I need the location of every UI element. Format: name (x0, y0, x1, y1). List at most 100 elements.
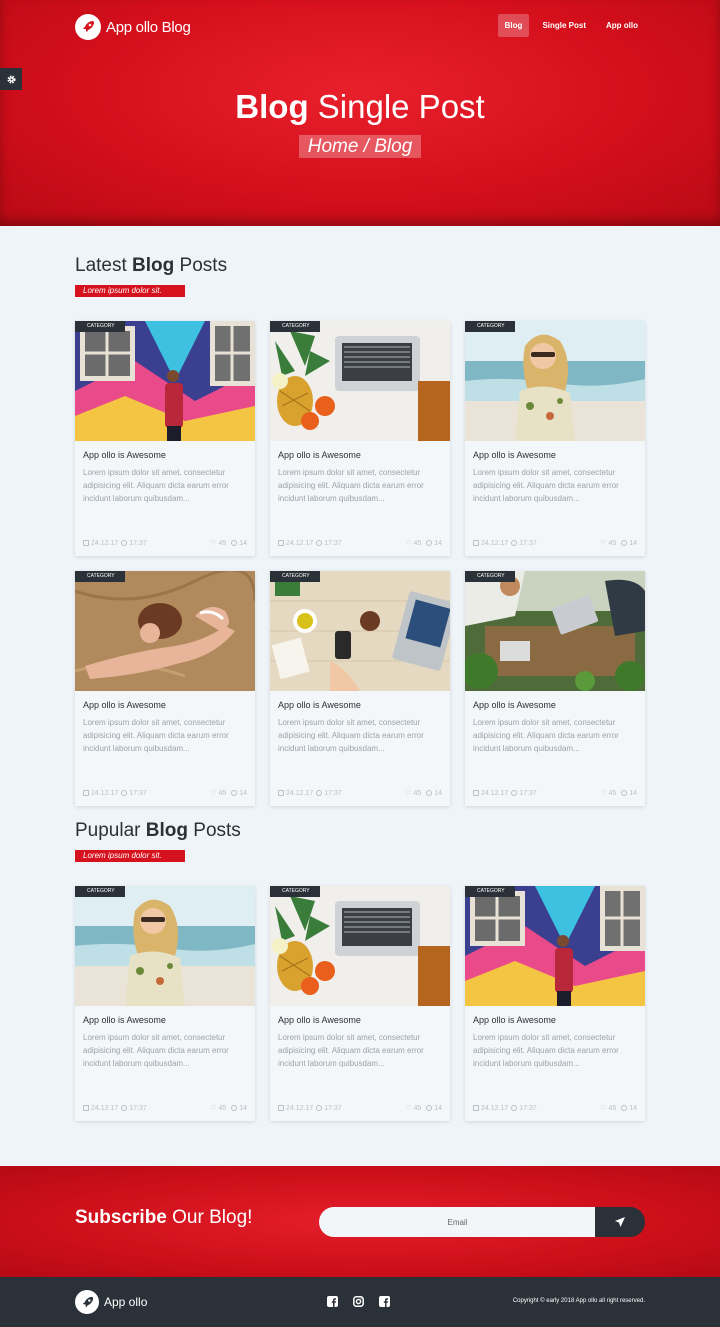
category-badge[interactable]: CATEGORY (465, 886, 515, 897)
post-title[interactable]: App ollo is Awesome (473, 450, 556, 460)
post-image[interactable] (75, 571, 255, 691)
post-title[interactable]: App ollo is Awesome (278, 450, 361, 460)
comment-count: 14 (629, 540, 637, 547)
blog-post-card[interactable]: CATEGORY App ollo is Awesome Lorem ipsum d… (270, 321, 450, 556)
footer-brand[interactable]: App ollo (75, 1290, 147, 1314)
comment-icon[interactable] (621, 790, 628, 796)
comment-count: 14 (434, 540, 442, 547)
facebook-icon[interactable] (327, 1296, 338, 1307)
post-time: 17:37 (519, 1104, 537, 1112)
nav-blog[interactable]: Blog (497, 14, 530, 37)
heart-icon[interactable]: ♡ (600, 1105, 606, 1112)
post-image[interactable] (465, 571, 645, 691)
heart-icon[interactable]: ♡ (600, 790, 606, 797)
comment-icon[interactable] (231, 790, 238, 796)
comment-icon[interactable] (426, 540, 433, 546)
post-image[interactable] (465, 321, 645, 441)
post-time: 17:37 (324, 1104, 342, 1112)
post-excerpt: Lorem ipsum dolor sit amet, consectetur … (278, 1033, 424, 1068)
heart-icon[interactable]: ♡ (210, 1105, 216, 1112)
post-meta: 24.12.17 17:37 ♡ 45 14 (278, 1104, 442, 1112)
calendar-icon (83, 1104, 89, 1111)
category-badge[interactable]: CATEGORY (270, 571, 320, 582)
clock-icon (121, 1104, 128, 1111)
post-date: 24.12.17 (286, 1104, 314, 1112)
post-date: 24.12.17 (481, 1104, 509, 1112)
footer-brand-name: App ollo (104, 1295, 148, 1309)
comment-icon[interactable] (231, 1105, 238, 1111)
blog-post-card[interactable]: CATEGORY App ollo is Awesome Lorem ipsum d… (270, 571, 450, 806)
settings-button[interactable] (0, 68, 22, 90)
comment-icon[interactable] (426, 790, 433, 796)
blog-post-card[interactable]: CATEGORY App ollo is Awesome Lorem ipsum d… (465, 886, 645, 1121)
post-title[interactable]: App ollo is Awesome (83, 450, 166, 460)
comment-icon[interactable] (426, 1105, 433, 1111)
category-badge[interactable]: CATEGORY (75, 886, 125, 897)
post-excerpt: Lorem ipsum dolor sit amet, consectetur … (83, 468, 229, 503)
footer: App ollo Copyright © early 2018 App ollo… (0, 1277, 720, 1327)
post-date: 24.12.17 (91, 1104, 119, 1112)
post-image[interactable] (75, 886, 255, 1006)
like-count: 45 (608, 540, 617, 547)
calendar-icon (278, 539, 284, 546)
category-badge[interactable]: CATEGORY (465, 571, 515, 582)
comment-count: 14 (629, 1105, 637, 1112)
post-image[interactable] (270, 571, 450, 691)
category-badge[interactable]: CATEGORY (270, 886, 320, 897)
category-badge[interactable]: CATEGORY (465, 321, 515, 332)
category-badge[interactable]: CATEGORY (75, 571, 125, 582)
like-count: 45 (608, 1105, 617, 1112)
post-excerpt: Lorem ipsum dolor sit amet, consectetur … (473, 718, 619, 753)
subscribe-section: Subscribe Our Blog! (0, 1166, 720, 1277)
email-field[interactable] (319, 1207, 596, 1237)
nav-app-ollo[interactable]: App ollo (599, 14, 645, 37)
blog-post-card[interactable]: CATEGORY App ollo is Awesome Lorem ipsum d… (465, 321, 645, 556)
post-time: 17:37 (129, 789, 147, 797)
category-badge[interactable]: CATEGORY (270, 321, 320, 332)
blog-post-card[interactable]: CATEGORY App ollo is Awesome Lorem ipsum d… (465, 571, 645, 806)
breadcrumb[interactable]: Home / Blog (299, 135, 421, 158)
post-title[interactable]: App ollo is Awesome (278, 700, 361, 710)
latest-section-title: Latest Blog Posts (75, 255, 228, 276)
comment-icon[interactable] (231, 540, 238, 546)
post-title[interactable]: App ollo is Awesome (278, 1015, 361, 1025)
post-title[interactable]: App ollo is Awesome (473, 1015, 556, 1025)
post-image[interactable] (75, 321, 255, 441)
post-title[interactable]: App ollo is Awesome (83, 700, 166, 710)
like-count: 45 (218, 540, 227, 547)
clock-icon (316, 539, 323, 546)
post-excerpt: Lorem ipsum dolor sit amet, consectetur … (473, 1033, 619, 1068)
post-meta: 24.12.17 17:37 ♡ 45 14 (278, 539, 442, 547)
brand-logo[interactable]: App ollo Blog (75, 14, 191, 40)
instagram-icon[interactable] (353, 1296, 364, 1307)
like-count: 45 (413, 540, 422, 547)
heart-icon[interactable]: ♡ (210, 790, 216, 797)
post-title[interactable]: App ollo is Awesome (473, 700, 556, 710)
category-badge[interactable]: CATEGORY (75, 321, 125, 332)
heart-icon[interactable]: ♡ (600, 540, 606, 547)
heart-icon[interactable]: ♡ (405, 1105, 411, 1112)
heart-icon[interactable]: ♡ (405, 790, 411, 797)
nav-single-post[interactable]: Single Post (535, 14, 593, 37)
post-image[interactable] (270, 886, 450, 1006)
send-button[interactable] (595, 1207, 645, 1237)
heart-icon[interactable]: ♡ (405, 540, 411, 547)
blog-post-card[interactable]: CATEGORY App ollo is Awesome Lorem ipsum d… (75, 321, 255, 556)
comment-icon[interactable] (621, 540, 628, 546)
heart-icon[interactable]: ♡ (210, 540, 216, 547)
post-meta: 24.12.17 17:37 ♡ 45 14 (83, 539, 247, 547)
blog-post-card[interactable]: CATEGORY App ollo is Awesome Lorem ipsum d… (270, 886, 450, 1121)
blog-post-card[interactable]: CATEGORY App ollo is Awesome Lorem ipsum d… (75, 571, 255, 806)
post-title[interactable]: App ollo is Awesome (83, 1015, 166, 1025)
post-image[interactable] (465, 886, 645, 1006)
comment-icon[interactable] (621, 1105, 628, 1111)
facebook-icon[interactable] (379, 1296, 390, 1307)
blog-post-card[interactable]: CATEGORY App ollo is Awesome Lorem ipsum d… (75, 886, 255, 1121)
subscribe-title: Subscribe Our Blog! (75, 1207, 253, 1228)
post-excerpt: Lorem ipsum dolor sit amet, consectetur … (83, 718, 229, 753)
comment-count: 14 (239, 790, 247, 797)
clock-icon (121, 539, 128, 546)
popular-section-subtitle: Lorem ipsum dolor sit. (75, 850, 185, 862)
post-date: 24.12.17 (481, 539, 509, 547)
post-image[interactable] (270, 321, 450, 441)
